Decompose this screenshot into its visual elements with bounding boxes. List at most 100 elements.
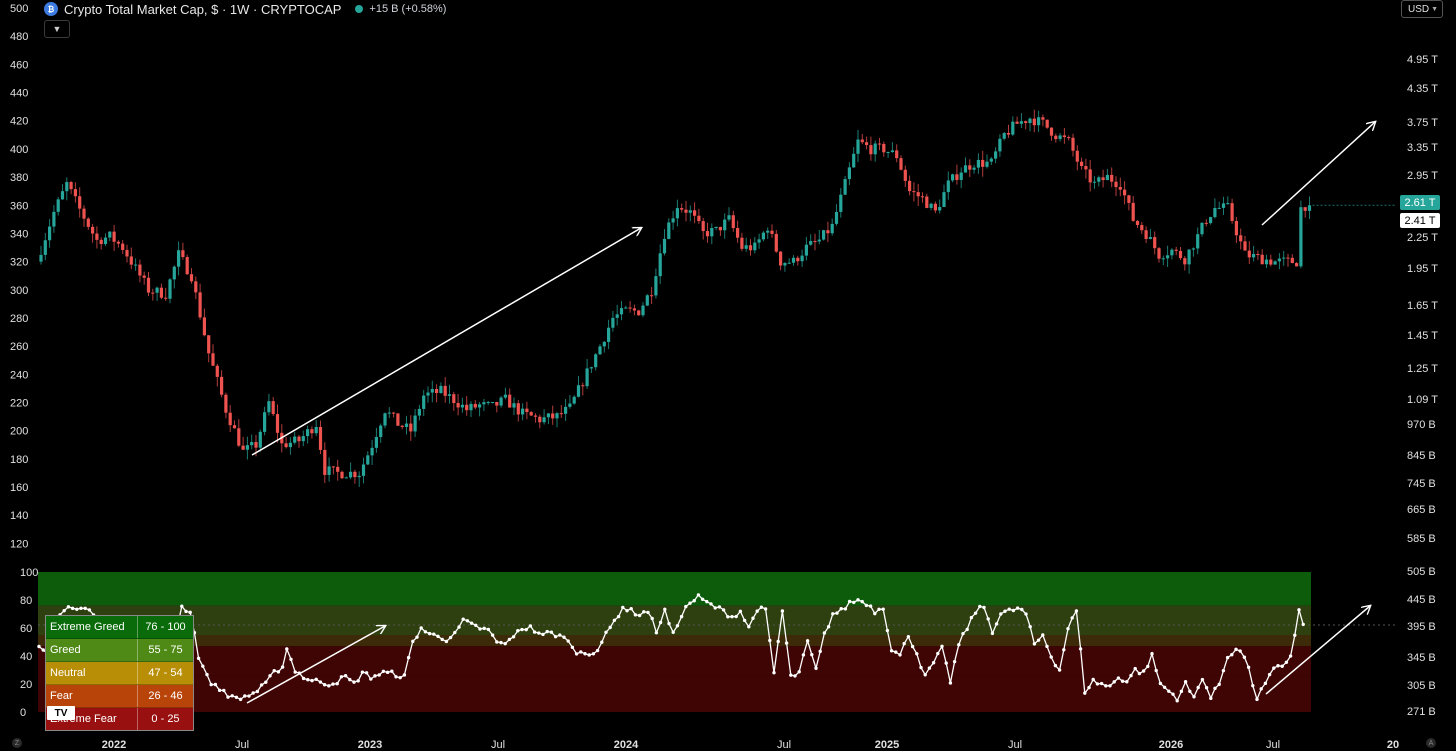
candle-body	[258, 431, 262, 448]
candle-body	[327, 466, 331, 475]
fg-point	[301, 676, 306, 681]
scale-z-button[interactable]: Z	[12, 738, 22, 748]
fg-point	[1209, 696, 1213, 701]
fg-point	[1301, 622, 1305, 627]
candle-body	[723, 219, 727, 231]
candle-body	[396, 413, 400, 426]
scale-a-button[interactable]: A	[1426, 738, 1436, 748]
fg-point	[1074, 609, 1079, 613]
candle-body	[159, 287, 163, 298]
fg-point	[621, 605, 625, 610]
candle-body	[529, 412, 533, 416]
candle-body	[727, 215, 731, 220]
currency-select[interactable]: USD ▼	[1401, 0, 1443, 18]
fg-y-tick-label: 60	[20, 623, 32, 635]
candle-body	[1123, 189, 1127, 196]
candle-body	[52, 211, 56, 227]
y-tick-label: 300	[10, 285, 28, 297]
fg-point	[406, 655, 411, 660]
right-tick-label: 4.95 T	[1407, 54, 1438, 66]
candle-body	[1153, 237, 1157, 249]
fg-point	[343, 674, 348, 678]
fg-point	[1099, 681, 1104, 686]
fg-point	[184, 609, 188, 614]
candle-body	[1247, 250, 1251, 258]
fg-point	[1041, 633, 1045, 637]
fg-point	[839, 607, 843, 611]
right-tick-label: 505 B	[1407, 566, 1436, 578]
candle-body	[1148, 237, 1152, 239]
fg-point	[1011, 608, 1016, 613]
candle-body	[392, 412, 396, 414]
candle-body	[946, 180, 950, 193]
candle-body	[976, 159, 980, 168]
candle-body	[237, 428, 241, 446]
right-tick-label: 2.25 T	[1407, 232, 1438, 244]
candle-body	[942, 192, 946, 207]
candle-body	[374, 436, 378, 448]
candle-body	[581, 385, 585, 387]
candle-body	[852, 153, 856, 168]
fg-point	[469, 621, 474, 625]
right-tick-label: 1.45 T	[1407, 330, 1438, 342]
candle-body	[568, 403, 572, 407]
fg-point	[499, 640, 503, 645]
fg-point	[1238, 649, 1242, 653]
candle-body	[826, 230, 830, 234]
fg-point	[314, 677, 318, 681]
candle-body	[1054, 135, 1058, 140]
market-cap-chart[interactable]: 5004804604404204003803603403203002802602…	[0, 0, 1456, 751]
fg-point	[1020, 607, 1024, 612]
candle-body	[1295, 263, 1299, 267]
fg-point	[272, 668, 276, 673]
fg-point	[1196, 685, 1200, 690]
fg-point	[1036, 638, 1041, 642]
x-tick-label: 2025	[875, 739, 899, 751]
fg-point	[180, 604, 184, 608]
fg-point	[217, 688, 222, 693]
fg-point	[642, 610, 646, 614]
candle-body	[168, 279, 172, 299]
fg-point	[675, 624, 680, 628]
symbol-title[interactable]: Crypto Total Market Cap, $ · 1W · CRYPTO…	[64, 2, 341, 17]
right-axis: 4.95 T 4.35 T 3.75 T 3.35 T 2.95 T 2.25 T 1.95…	[1407, 54, 1438, 718]
candle-body	[1303, 207, 1307, 211]
candle-body	[680, 208, 684, 210]
candle-body	[1144, 230, 1148, 239]
fg-point	[1091, 677, 1095, 682]
fg-point	[990, 631, 995, 636]
candle-body	[82, 208, 86, 219]
fg-point	[1141, 669, 1146, 673]
fg-point	[448, 635, 453, 640]
fg-y-tick-label: 20	[20, 679, 32, 691]
candle-body	[383, 413, 387, 426]
fg-point	[868, 604, 873, 608]
candle-body	[748, 245, 753, 251]
x-tick-label: 2023	[358, 739, 382, 751]
candle-body	[693, 210, 697, 216]
fg-point	[730, 614, 734, 619]
candle-body	[1234, 220, 1238, 236]
candlestick-series	[39, 109, 1396, 487]
fg-point	[545, 629, 549, 634]
collapse-legend-button[interactable]: ▼	[44, 20, 70, 38]
fg-point	[432, 632, 436, 636]
fg-point	[1288, 654, 1293, 658]
trend-arrow	[251, 228, 641, 456]
fg-point	[612, 618, 617, 622]
candle-body	[555, 413, 559, 419]
candle-body	[800, 255, 804, 262]
candle-body	[809, 241, 813, 245]
fg-point	[1284, 660, 1289, 664]
x-tick-label: Jul	[1008, 739, 1022, 751]
candle-body	[796, 257, 800, 262]
candle-body	[1209, 217, 1213, 224]
fg-point	[881, 607, 885, 611]
candle-body	[533, 415, 538, 417]
legend-row-fear: Fear 26 - 46	[46, 685, 193, 708]
fg-point	[394, 675, 398, 679]
fg-point	[327, 684, 331, 688]
candle-body	[185, 257, 189, 275]
candle-body	[1299, 207, 1303, 267]
y-tick-label: 480	[10, 31, 28, 43]
